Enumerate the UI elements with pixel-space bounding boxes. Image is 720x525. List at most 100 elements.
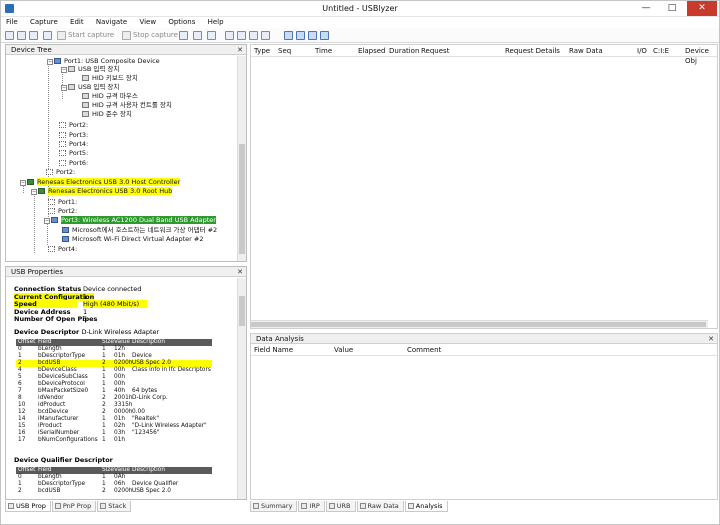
expand-toggle[interactable]: − [44, 218, 50, 224]
tree-node[interactable]: HID 규격 사용자 컨트롤 장치 [82, 101, 172, 109]
input-device-icon [68, 84, 75, 90]
table-row: 8 idVendor 2 2001hD-Link Corp. [18, 395, 168, 401]
menu-file[interactable]: File [1, 17, 23, 28]
port-icon [46, 169, 53, 175]
expand-toggle[interactable]: − [61, 85, 67, 91]
find-next-icon[interactable] [237, 31, 246, 40]
tree-node[interactable]: HID 키보드 장치 [82, 74, 138, 82]
column-value[interactable]: Value [334, 345, 353, 355]
filter-icon[interactable] [193, 31, 202, 40]
tree-node[interactable]: Port1: [48, 198, 77, 206]
tree-node[interactable]: Port2: [46, 168, 75, 176]
goto-icon[interactable] [261, 31, 270, 40]
column-duration[interactable]: Duration [389, 46, 419, 56]
usb-properties-pane: USB Properties ✕ Connection Status Devic… [5, 266, 247, 500]
device-qualifier-heading: Device Qualifier Descriptor [14, 456, 113, 464]
start-capture-button[interactable]: Start capture [68, 31, 114, 39]
maximize-button[interactable]: □ [659, 1, 685, 16]
column-request-details[interactable]: Request Details [505, 46, 560, 56]
tree-node[interactable]: Port1: USB Composite Device [54, 57, 160, 65]
tab-irp[interactable]: IRP [298, 501, 325, 512]
new-icon[interactable] [5, 31, 14, 40]
tree-node[interactable]: Microsoft Wi-Fi Direct Virtual Adapter #… [62, 235, 204, 243]
device-tree-close-icon[interactable]: ✕ [237, 45, 243, 55]
column-type[interactable]: Type [254, 46, 270, 56]
menu-view[interactable]: View [134, 17, 161, 28]
column-cie[interactable]: C:I:E [653, 46, 669, 56]
usb-device-icon [54, 58, 61, 64]
tab-analysis[interactable]: Analysis [404, 501, 448, 512]
column-comment[interactable]: Comment [407, 345, 441, 355]
view-mode-4-icon[interactable] [320, 31, 329, 40]
column-raw-data[interactable]: Raw Data [569, 46, 603, 56]
expand-toggle[interactable]: − [31, 189, 37, 195]
menu-options[interactable]: Options [163, 17, 200, 28]
clear-icon[interactable] [179, 31, 188, 40]
minimize-button[interactable]: — [633, 1, 659, 16]
menu-navigate[interactable]: Navigate [91, 17, 132, 28]
expand-toggle[interactable]: − [20, 180, 26, 186]
menu-capture[interactable]: Capture [25, 17, 63, 28]
tab-urb[interactable]: URB [325, 501, 356, 512]
tab-raw-data[interactable]: Raw Data [356, 501, 404, 512]
scroll-thumb[interactable] [251, 322, 706, 327]
filter-settings-icon[interactable] [207, 31, 216, 40]
column-request[interactable]: Request [421, 46, 449, 56]
view-mode-3-icon[interactable] [308, 31, 317, 40]
data-analysis-close-icon[interactable]: ✕ [708, 334, 714, 344]
tree-node[interactable]: HID 규격 마우스 [82, 92, 138, 100]
find-prev-icon[interactable] [249, 31, 258, 40]
tree-node[interactable]: Port2: [59, 121, 88, 129]
table-row: 6 bDeviceProtocol 1 00h [18, 381, 126, 387]
menu-help[interactable]: Help [203, 17, 229, 28]
device-tree-title: Device Tree [11, 46, 52, 54]
prop-value: High (480 Mbit/s) [83, 300, 148, 309]
tree-node[interactable]: Port5: [59, 149, 88, 157]
stop-icon[interactable] [122, 31, 131, 40]
stop-capture-button[interactable]: Stop capture [133, 31, 178, 39]
qualifier-table-header: Offset Field SizeValue Description [16, 467, 212, 474]
device-tree-scrollbar[interactable] [237, 56, 246, 261]
view-mode-2-icon[interactable] [296, 31, 305, 40]
usb-properties-close-icon[interactable]: ✕ [237, 267, 243, 277]
tree-node-host-controller[interactable]: Renesas Electronics USB 3.0 Host Control… [27, 178, 181, 186]
tab-stack[interactable]: Stack [97, 501, 132, 512]
expand-toggle[interactable]: − [61, 67, 67, 73]
save-icon[interactable] [29, 31, 38, 40]
table-row: 4 bDeviceClass 1 00h Class info in Ifc Descr… [18, 367, 211, 373]
tree-node[interactable]: USB 입력 장치 [68, 83, 119, 91]
close-button[interactable]: ✕ [687, 1, 717, 16]
device-descriptor-heading: Device Descriptor D-Link Wireless Adapte… [14, 328, 160, 336]
tab-pnp-prop[interactable]: PnP Prop [51, 501, 97, 512]
tree-node[interactable]: HID 준수 장치 [82, 110, 132, 118]
menu-edit[interactable]: Edit [65, 17, 89, 28]
scroll-thumb[interactable] [239, 296, 245, 326]
tree-node[interactable]: Port3: [59, 131, 88, 139]
tree-node[interactable]: Microsoft에서 호스트하는 네트워크 가상 어댑터 #2 [62, 226, 217, 234]
find-icon[interactable] [225, 31, 234, 40]
tree-node[interactable]: Port4: [48, 245, 77, 253]
expand-toggle[interactable]: − [47, 59, 53, 65]
open-icon[interactable] [17, 31, 26, 40]
usb-properties-scrollbar[interactable] [237, 278, 246, 499]
column-elapsed[interactable]: Elapsed [358, 46, 386, 56]
tab-summary[interactable]: Summary [250, 501, 298, 512]
tree-node[interactable]: Port4: [59, 140, 88, 148]
column-seq[interactable]: Seq [278, 46, 291, 56]
analysis-icon [407, 503, 414, 509]
capture-grid-hscrollbar[interactable] [251, 320, 708, 328]
column-field-name[interactable]: Field Name [254, 345, 293, 355]
play-icon[interactable] [57, 31, 66, 40]
column-time[interactable]: Time [315, 46, 332, 56]
view-mode-1-icon[interactable] [284, 31, 293, 40]
scroll-thumb[interactable] [239, 144, 245, 254]
column-device-obj[interactable]: Device Obj [685, 46, 717, 65]
tree-node[interactable]: Port6: [59, 159, 88, 167]
tree-node-root-hub[interactable]: Renesas Electronics USB 3.0 Root Hub [38, 187, 173, 195]
column-io[interactable]: I/O [637, 46, 647, 56]
tree-node[interactable]: Port2: [48, 207, 77, 215]
tree-node-wireless-adapter[interactable]: Port3: Wireless AC1200 Dual Band USB Ada… [51, 216, 216, 224]
tab-usb-prop[interactable]: USB Prop [5, 501, 51, 512]
options-icon[interactable] [43, 31, 52, 40]
tree-node[interactable]: USB 입력 장치 [68, 65, 119, 73]
